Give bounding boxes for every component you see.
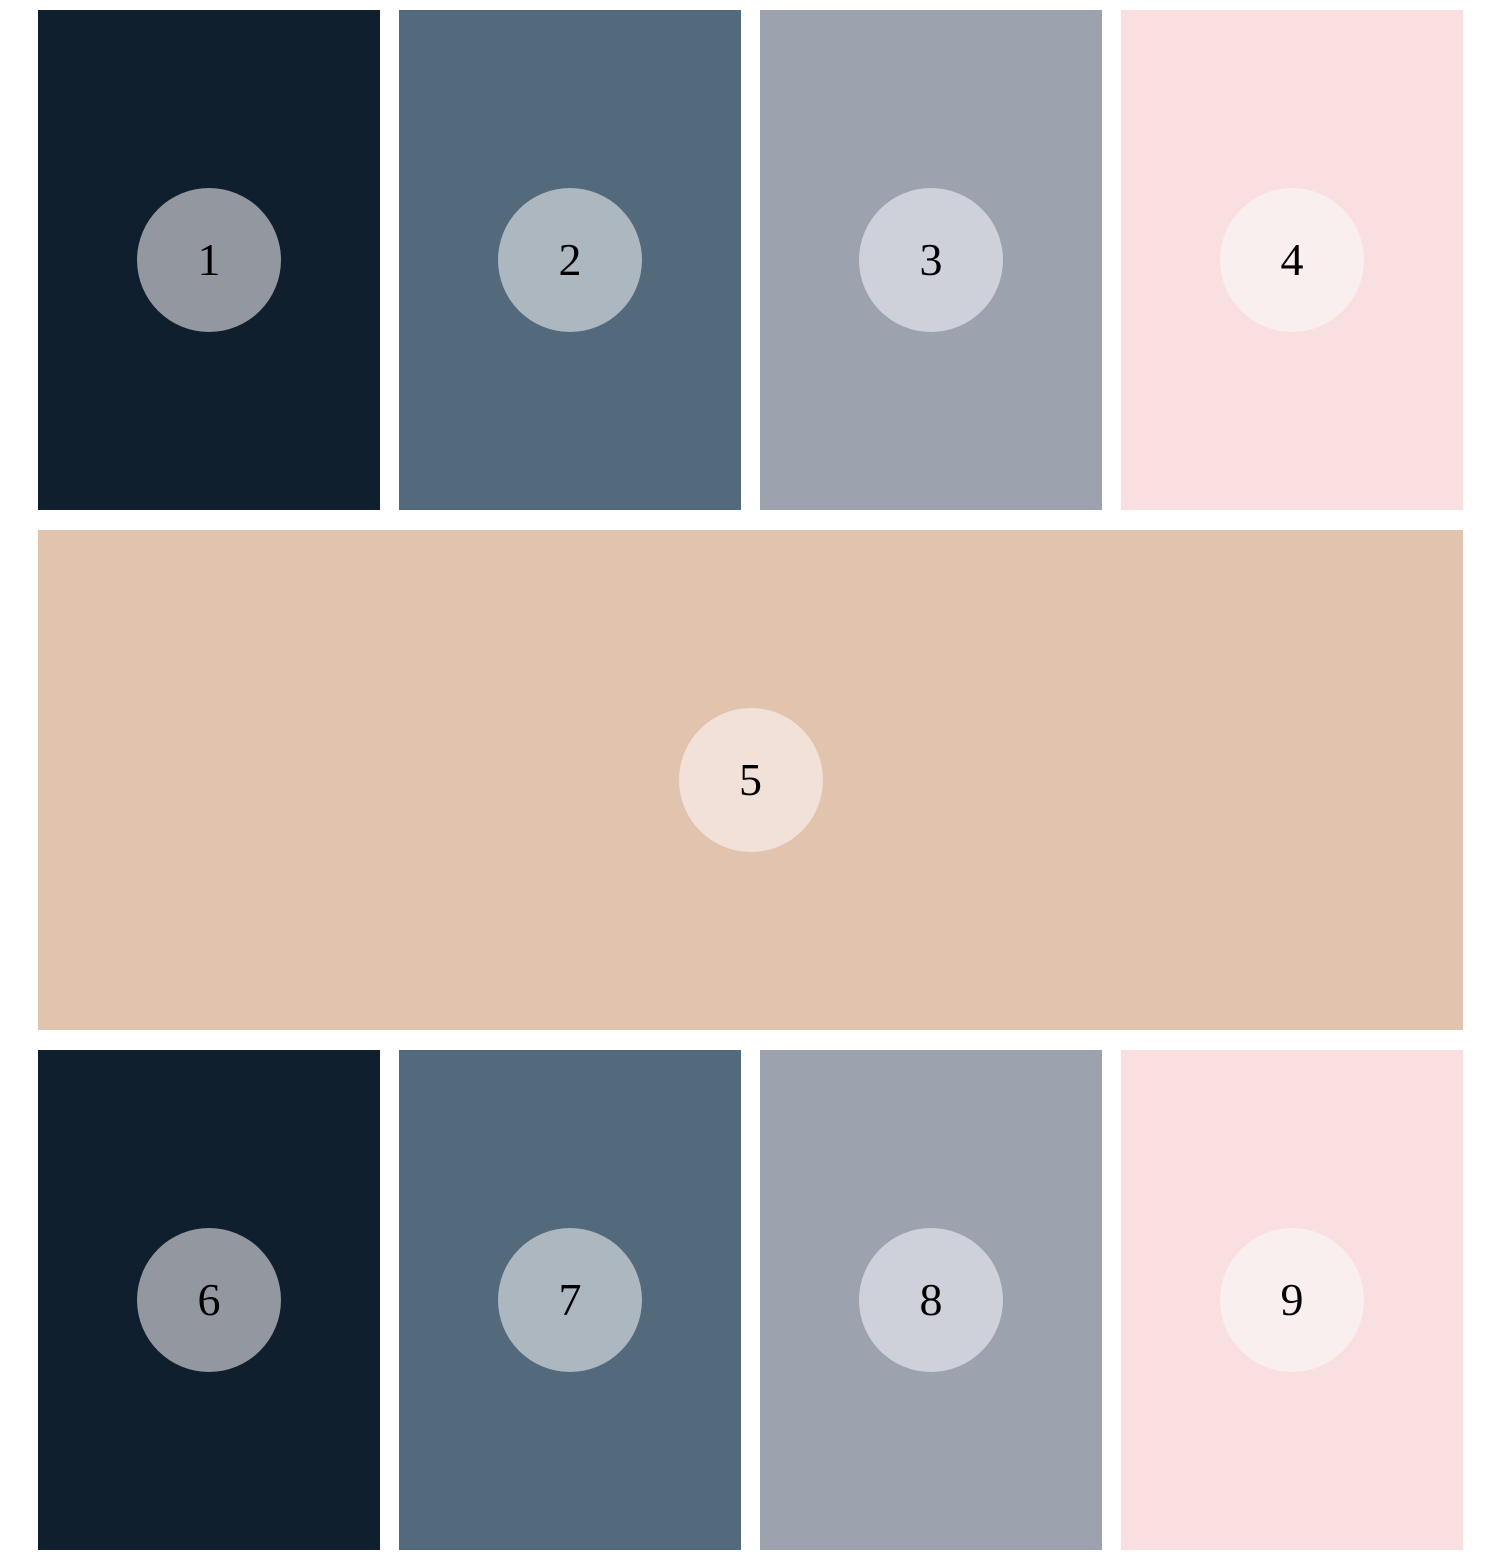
- tile-3: 3: [760, 10, 1102, 510]
- tile-number-badge: 2: [498, 188, 642, 332]
- tile-number-badge: 9: [1220, 1228, 1364, 1372]
- tile-number-badge: 1: [137, 188, 281, 332]
- tile-number-badge: 8: [859, 1228, 1003, 1372]
- tile-5: 5: [38, 530, 1463, 1030]
- tile-number-badge: 5: [678, 708, 823, 852]
- tile-4: 4: [1121, 10, 1463, 510]
- tile-7: 7: [399, 1050, 741, 1550]
- tile-9: 9: [1121, 1050, 1463, 1550]
- tile-6: 6: [38, 1050, 380, 1550]
- tile-number-badge: 6: [137, 1228, 281, 1372]
- tile-number-badge: 7: [498, 1228, 642, 1372]
- tile-1: 1: [38, 10, 380, 510]
- tile-2: 2: [399, 10, 741, 510]
- tile-number-badge: 4: [1220, 188, 1364, 332]
- tile-number-badge: 3: [859, 188, 1003, 332]
- tile-8: 8: [760, 1050, 1102, 1550]
